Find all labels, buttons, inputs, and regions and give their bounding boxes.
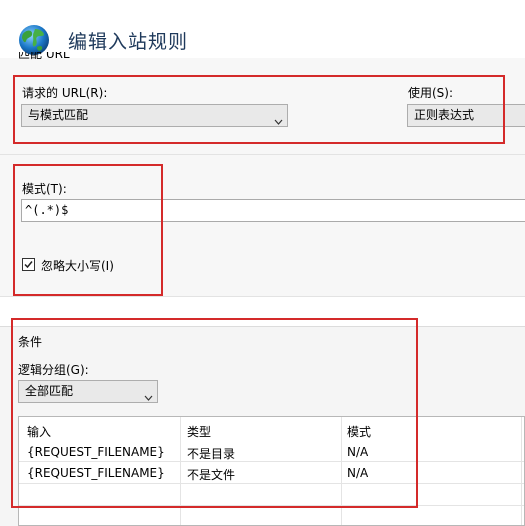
- highlight-box-conditions: [11, 318, 418, 508]
- match-url-section-label: 匹配 URL: [18, 52, 70, 61]
- divider: [0, 154, 525, 155]
- column-divider: [521, 417, 522, 525]
- highlight-box-url: [13, 75, 505, 144]
- highlight-box-pattern: [13, 164, 163, 296]
- divider: [0, 296, 525, 297]
- window-title: 编辑入站规则: [68, 31, 189, 53]
